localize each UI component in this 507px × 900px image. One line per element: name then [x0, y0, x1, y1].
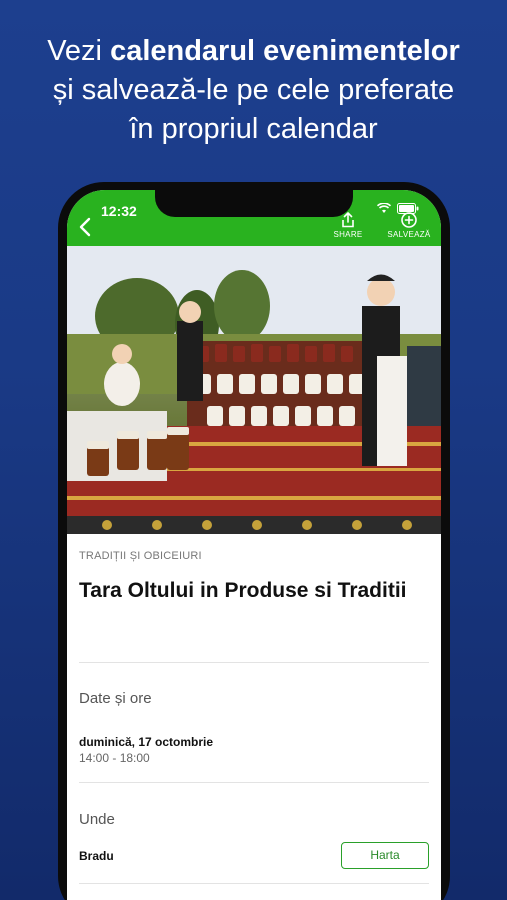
- share-icon: [342, 212, 354, 228]
- promo-line-1: Vezi calendarul evenimentelor: [47, 35, 460, 67]
- calendar-add-icon: [401, 212, 417, 228]
- divider: [79, 662, 429, 663]
- event-hours: 14:00 - 18:00: [79, 751, 150, 765]
- status-time: 12:32: [101, 203, 137, 219]
- event-title: Tara Oltului in Produse si Traditii: [79, 579, 407, 602]
- event-photo-illustration: [67, 246, 441, 534]
- save-label: SALVEAZĂ: [387, 230, 431, 239]
- back-arrow-icon[interactable]: [73, 214, 99, 240]
- event-date: duminică, 17 octombrie: [79, 735, 214, 749]
- app-bar: 12:32 SHARE SALVEAZĂ: [67, 190, 441, 246]
- divider: [79, 883, 429, 884]
- dates-section-label: Date și ore: [79, 690, 152, 707]
- promo-line-3: în propriul calendar: [129, 113, 378, 145]
- share-label: SHARE: [333, 230, 363, 239]
- event-place: Bradu: [79, 849, 114, 863]
- where-section-label: Unde: [79, 811, 115, 828]
- event-photo: [67, 246, 441, 534]
- phone-screen: 12:32 SHARE SALVEAZĂ TRADIȚII ȘI OBICEIU…: [67, 190, 441, 900]
- divider: [79, 782, 429, 783]
- save-to-calendar-button[interactable]: SALVEAZĂ: [384, 212, 434, 239]
- promo-line-2: și salvează-le pe cele preferate: [52, 74, 455, 106]
- event-category: TRADIȚII ȘI OBICEIURI: [79, 550, 202, 562]
- map-button[interactable]: Harta: [341, 842, 429, 869]
- phone-notch: [155, 190, 353, 217]
- share-button[interactable]: SHARE: [331, 212, 365, 239]
- promo-headline: Vezi calendarul evenimentelor și salveaz…: [0, 32, 507, 149]
